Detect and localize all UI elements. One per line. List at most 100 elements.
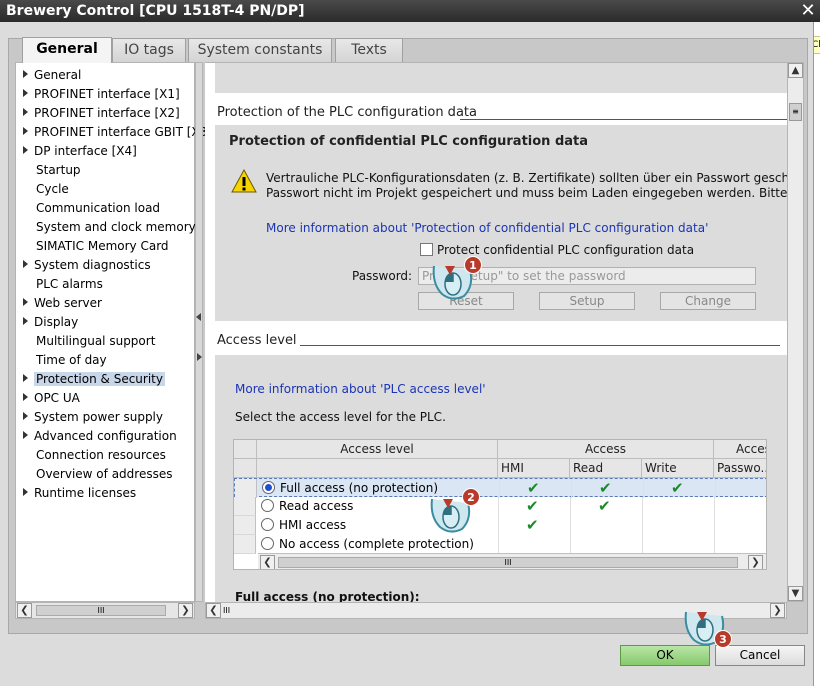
close-icon[interactable]: ✕	[798, 1, 818, 21]
nav-item-opc-ua[interactable]: OPC UA	[16, 389, 80, 408]
nav-item-display[interactable]: Display	[16, 313, 78, 332]
nav-item-label: System and clock memory	[36, 220, 196, 234]
window-title: Brewery Control [CPU 1518T-4 PN/DP]	[6, 3, 305, 19]
checkmark-icon: ✔	[599, 479, 612, 497]
expand-arrow-icon[interactable]	[23, 146, 28, 154]
section-divider	[460, 119, 787, 120]
header-password[interactable]: Passwo...	[714, 459, 766, 478]
table-row[interactable]: No access (complete protection)	[234, 535, 766, 554]
nav-item-profinet-interface-x1[interactable]: PROFINET interface [X1]	[16, 85, 180, 104]
nav-item-startup[interactable]: Startup	[16, 161, 81, 180]
access-instruction: Select the access level for the PLC.	[235, 410, 446, 424]
access-info-link[interactable]: More information about 'PLC access level…	[235, 382, 486, 396]
nav-item-web-server[interactable]: Web server	[16, 294, 102, 313]
scroll-thumb[interactable]: III	[278, 557, 738, 568]
scroll-thumb-icon[interactable]: ≡	[789, 103, 802, 121]
nav-item-label: Startup	[36, 163, 81, 177]
scroll-left-icon[interactable]: ❮	[17, 603, 32, 618]
nav-item-connection-resources[interactable]: Connection resources	[16, 446, 166, 465]
scroll-down-icon[interactable]: ▼	[788, 586, 803, 601]
scroll-left-icon[interactable]: ❮	[206, 603, 221, 618]
change-button[interactable]: Change	[660, 292, 756, 310]
nav-item-label: Display	[34, 315, 79, 329]
scroll-right-icon[interactable]: ❯	[748, 555, 763, 569]
tab-io-tags[interactable]: IO tags	[112, 38, 186, 62]
cell-divider	[498, 497, 499, 516]
table-row[interactable]: Full access (no protection) ✔ ✔ ✔	[234, 478, 766, 498]
table-row[interactable]: HMI access ✔	[234, 516, 766, 535]
access-level-radio[interactable]	[262, 481, 275, 494]
expand-arrow-icon[interactable]	[23, 70, 28, 78]
access-level-radio[interactable]	[261, 499, 274, 512]
nav-item-multilingual-support[interactable]: Multilingual support	[16, 332, 155, 351]
expand-arrow-icon[interactable]	[23, 393, 28, 401]
nav-item-runtime-licenses[interactable]: Runtime licenses	[16, 484, 136, 503]
header-access-level[interactable]: Access level	[257, 440, 498, 459]
expand-arrow-icon[interactable]	[23, 127, 28, 135]
header-access[interactable]: Access	[498, 440, 714, 459]
nav-item-communication-load[interactable]: Communication load	[16, 199, 160, 218]
scroll-left-icon[interactable]: ❮	[260, 555, 275, 569]
expand-arrow-icon[interactable]	[23, 412, 28, 420]
protect-config-checkbox[interactable]	[420, 243, 433, 256]
header-write[interactable]: Write	[642, 459, 714, 478]
setup-button[interactable]: Setup	[539, 292, 635, 310]
protection-info-link[interactable]: More information about 'Protection of co…	[266, 221, 708, 235]
expand-arrow-icon[interactable]	[23, 108, 28, 116]
nav-item-cycle[interactable]: Cycle	[16, 180, 69, 199]
nav-item-plc-alarms[interactable]: PLC alarms	[16, 275, 103, 294]
cell-divider	[571, 479, 572, 498]
nav-item-label: Cycle	[36, 182, 69, 196]
nav-item-system-power-supply[interactable]: System power supply	[16, 408, 163, 427]
expand-arrow-icon[interactable]	[23, 89, 28, 97]
row-header[interactable]	[234, 516, 256, 535]
nav-item-system-and-clock-memory[interactable]: System and clock memory	[16, 218, 196, 237]
nav-item-overview-of-addresses[interactable]: Overview of addresses	[16, 465, 172, 484]
expand-arrow-icon[interactable]	[23, 488, 28, 496]
nav-item-label: Communication load	[36, 201, 161, 215]
scroll-up-icon[interactable]: ▲	[788, 63, 803, 78]
expand-arrow-icon[interactable]	[23, 298, 28, 306]
expand-arrow-icon[interactable]	[23, 317, 28, 325]
nav-item-system-diagnostics[interactable]: System diagnostics	[16, 256, 151, 275]
row-header[interactable]	[235, 479, 257, 498]
header-access-permission[interactable]: Acces	[714, 440, 766, 459]
access-level-radio[interactable]	[261, 518, 274, 531]
row-header[interactable]	[234, 497, 256, 516]
nav-item-label: System diagnostics	[34, 258, 151, 272]
table-horizontal-scrollbar[interactable]: ❮ III ❯	[258, 553, 766, 569]
scroll-right-icon[interactable]: ❯	[178, 603, 193, 618]
nav-item-protection-security[interactable]: Protection & Security	[16, 370, 165, 389]
header-hmi[interactable]: HMI	[498, 459, 570, 478]
cancel-button[interactable]: Cancel	[715, 645, 805, 666]
scroll-thumb[interactable]: III	[36, 605, 166, 616]
protect-config-label: Protect confidential PLC configuration d…	[437, 243, 695, 257]
nav-item-label: Connection resources	[36, 448, 166, 462]
nav-item-simatic-memory-card[interactable]: SIMATIC Memory Card	[16, 237, 169, 256]
header-read[interactable]: Read	[570, 459, 642, 478]
nav-item-advanced-configuration[interactable]: Advanced configuration	[16, 427, 177, 446]
nav-item-profinet-interface-x2[interactable]: PROFINET interface [X2]	[16, 104, 180, 123]
collapse-left-icon[interactable]	[196, 313, 201, 321]
scroll-grip-icon[interactable]: III	[223, 604, 235, 617]
scroll-right-icon[interactable]: ❯	[770, 603, 785, 618]
row-header[interactable]	[234, 535, 256, 554]
nav-splitter[interactable]	[195, 62, 203, 602]
expand-arrow-icon[interactable]	[23, 260, 28, 268]
nav-item-general[interactable]: General	[16, 66, 81, 85]
access-level-radio[interactable]	[261, 537, 274, 550]
expand-arrow-icon[interactable]	[23, 374, 28, 382]
tab-system-constants[interactable]: System constants	[188, 38, 332, 62]
nav-horizontal-scrollbar[interactable]: ❮ III ❯	[15, 602, 195, 619]
nav-item-profinet-interface-gbit-x3[interactable]: PROFINET interface GBIT [X3]	[16, 123, 212, 142]
access-footer-label: Full access (no protection):	[235, 590, 420, 602]
nav-item-time-of-day[interactable]: Time of day	[16, 351, 107, 370]
expand-arrow-icon[interactable]	[23, 431, 28, 439]
checkmark-icon: ✔	[526, 497, 539, 515]
table-row[interactable]: Read access ✔ ✔	[234, 497, 766, 516]
tab-texts[interactable]: Texts	[335, 38, 403, 62]
nav-item-dp-interface-x4[interactable]: DP interface [X4]	[16, 142, 137, 161]
tab-general[interactable]: General	[22, 37, 112, 63]
content-vertical-scrollbar[interactable]: ▲ ≡ ▼	[787, 62, 804, 602]
expand-right-icon[interactable]	[197, 353, 202, 361]
